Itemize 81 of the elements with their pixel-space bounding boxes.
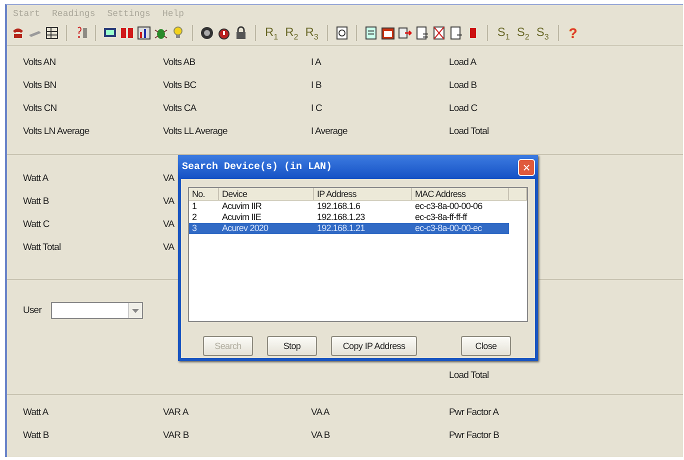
document-icon[interactable] <box>364 26 378 40</box>
user-label: User <box>23 304 42 318</box>
field-label: VA <box>163 172 174 186</box>
close-button[interactable]: × <box>518 158 535 176</box>
field-label: Load A <box>449 56 476 70</box>
table-cell-text: Acuvim IIE <box>221 212 262 223</box>
document-icon[interactable] <box>432 26 446 40</box>
field-label: Watt B <box>23 195 49 209</box>
field-label: Watt A <box>23 172 48 186</box>
table-cell-text: Acuvim IIR <box>221 201 263 212</box>
chart-icon[interactable] <box>137 26 151 40</box>
field-label: Watt C <box>23 218 50 232</box>
document-icon[interactable] <box>449 26 464 40</box>
table-cell-text: ec-c3-8a-00-00-06 <box>414 201 484 212</box>
field-label: VA B <box>311 429 330 443</box>
column-header[interactable]: IP Address <box>314 188 412 200</box>
phone-icon[interactable] <box>11 26 25 40</box>
field-label: VA A <box>311 406 330 420</box>
help-button[interactable]: ? <box>566 25 580 41</box>
dropdown-arrow-icon[interactable] <box>132 308 140 312</box>
device-row[interactable]: 3 Acurev 2020 192.168.1.21 ec-c3-8a-00-00-ec <box>189 223 509 234</box>
lock-icon[interactable] <box>234 26 248 40</box>
calendar-icon[interactable] <box>381 26 396 40</box>
field-label: I B <box>311 79 322 93</box>
table-cell-text: 192.168.1.23 <box>316 212 366 223</box>
table-cell-text: 1 <box>191 201 198 212</box>
toolbar-button[interactable]: S$_{2}$ <box>514 24 532 42</box>
table-cell-text: Acurev 2020 <box>221 223 270 234</box>
field-label: Watt B <box>23 429 49 443</box>
bars-icon[interactable] <box>120 26 134 40</box>
table-cell-text: 192.168.1.21 <box>316 223 366 234</box>
field-label: Load Total <box>449 369 489 383</box>
device-row[interactable]: 2 Acuvim IIE 192.168.1.23 ec-c3-8a-ff-ff-ff <box>189 212 509 223</box>
field-label: Load Total <box>449 125 489 139</box>
field-label: Volts LL Average <box>163 125 228 139</box>
grid-icon[interactable] <box>45 26 59 40</box>
field-label: Load C <box>449 102 478 116</box>
dialog-button[interactable]: Stop <box>267 336 317 356</box>
dialog-button[interactable]: Copy IP Address <box>331 336 417 356</box>
field-label: I A <box>311 56 321 70</box>
toolbar-button[interactable]: R$_{1}$ <box>263 24 280 42</box>
toolbar-button[interactable]: R$_{3}$ <box>303 24 320 42</box>
field-label: VA <box>163 218 174 232</box>
column-header[interactable]: MAC Address <box>412 188 509 200</box>
field-label: Load B <box>449 79 477 93</box>
user-dropdown[interactable] <box>51 302 144 319</box>
field-label: VA <box>163 195 174 209</box>
device-row[interactable]: 1 Acuvim IIR 192.168.1.6 ec-c3-8a-00-00-06 <box>189 201 509 212</box>
field-label: Volts AN <box>23 56 56 70</box>
table-cell-text: ec-c3-8a-ff-ff-ff <box>414 212 468 223</box>
toolbar-button[interactable]: R$_{2}$ <box>283 24 300 42</box>
document-icon[interactable] <box>335 26 350 40</box>
field-label: Watt A <box>23 406 48 420</box>
field-label: Pwr Factor A <box>449 406 499 420</box>
field-label: Volts CA <box>163 102 196 116</box>
field-label: Volts BN <box>23 79 56 93</box>
document-icon[interactable] <box>415 26 430 40</box>
field-label: VA <box>163 241 174 255</box>
field-label: VAR A <box>163 406 188 420</box>
table-cell-text: 192.168.1.6 <box>316 201 362 212</box>
field-label: Volts LN Average <box>23 125 90 139</box>
field-label: I Average <box>311 125 348 139</box>
toolbar-button[interactable]: S$_{1}$ <box>495 24 512 42</box>
field-label: I C <box>311 102 322 116</box>
toolbar-button[interactable]: S$_{3}$ <box>534 24 551 42</box>
dialog-title: Search Device(s) (in LAN) <box>182 162 332 172</box>
table-cell-text: 3 <box>191 223 198 234</box>
table-cell-text: ec-c3-8a-00-00-ec <box>414 223 483 234</box>
monitor-icon[interactable] <box>103 26 117 40</box>
field-label: Volts AB <box>163 56 196 70</box>
export-icon[interactable] <box>398 26 412 40</box>
field-label: Pwr Factor B <box>449 429 500 443</box>
dialog-button[interactable]: Close <box>461 336 511 356</box>
bug-icon[interactable] <box>154 26 168 40</box>
column-header[interactable]: No. <box>189 188 219 200</box>
column-header[interactable]: Device <box>219 188 314 200</box>
field-label: Volts CN <box>23 102 57 116</box>
field-label: Volts BC <box>163 79 196 93</box>
field-label: Watt Total <box>23 241 61 255</box>
field-label: VAR B <box>163 429 189 443</box>
table-cell-text: 2 <box>191 212 198 223</box>
